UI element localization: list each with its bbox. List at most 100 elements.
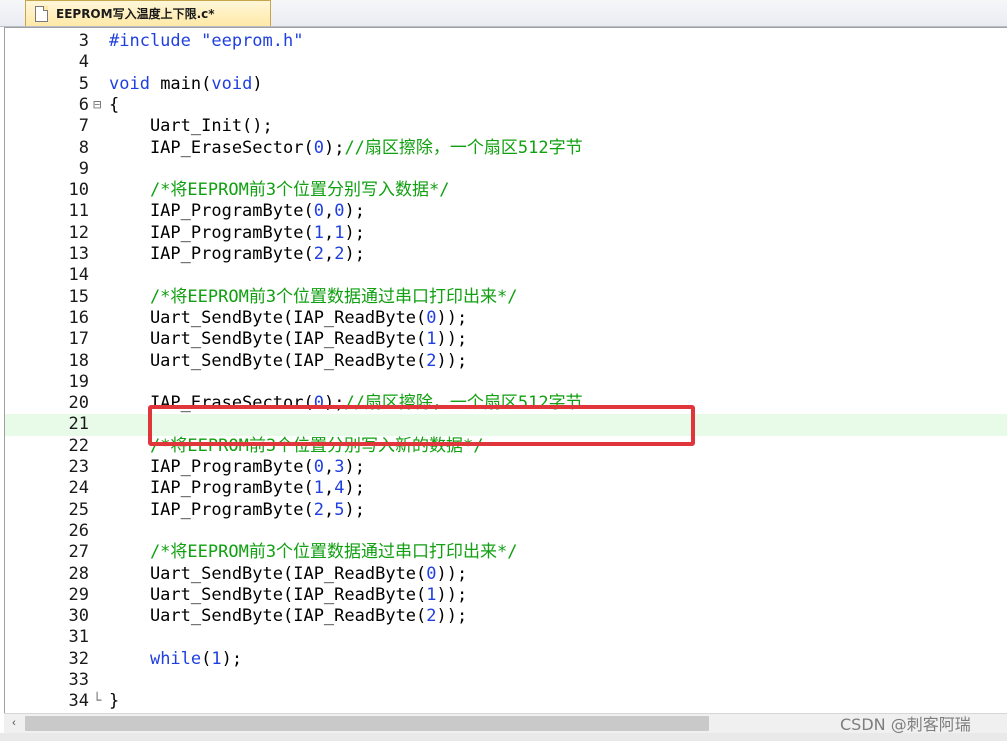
code-token: IAP_ProgramByte(: [109, 222, 314, 243]
code-line[interactable]: 25 IAP_ProgramByte(2,5);: [5, 500, 1007, 521]
code-line[interactable]: 27 /*将EEPROM前3个位置数据通过串口打印出来*/: [5, 542, 1007, 563]
code-token: 2: [426, 350, 437, 371]
code-token: Uart_SendByte(IAP_ReadByte(: [109, 329, 427, 350]
code-line[interactable]: 32 while(1);: [5, 649, 1007, 670]
code-token: 0: [313, 137, 324, 158]
code-token: ,: [323, 457, 335, 477]
code-token: 0: [313, 457, 324, 477]
line-number: 8: [78, 137, 89, 158]
code-token: );: [344, 222, 365, 243]
code-token: 2: [334, 244, 345, 264]
code-text: IAP_ProgramByte(0,3);: [109, 457, 365, 478]
code-token: 4: [334, 478, 345, 499]
code-token: 0: [334, 201, 345, 222]
code-text: IAP_ProgramByte(1,4);: [109, 478, 365, 499]
code-line[interactable]: 15 /*将EEPROM前3个位置数据通过串口打印出来*/: [5, 287, 1007, 308]
code-token: (: [201, 648, 212, 669]
annotation-highlight-box: [148, 405, 695, 446]
fold-end-icon: └: [93, 693, 102, 710]
code-line[interactable]: 13 IAP_ProgramByte(2,2);: [5, 244, 1007, 265]
code-line[interactable]: 9: [5, 159, 1007, 180]
code-text: Uart_SendByte(IAP_ReadByte(1));: [109, 585, 467, 606]
code-text: IAP_EraseSector(0);//扇区擦除，一个扇区512字节: [109, 138, 583, 159]
line-number: 29: [68, 584, 89, 605]
code-line[interactable]: 11 IAP_ProgramByte(0,0);: [5, 201, 1007, 222]
code-line[interactable]: 14: [5, 265, 1007, 286]
code-line[interactable]: 8 IAP_EraseSector(0);//扇区擦除，一个扇区512字节: [5, 138, 1007, 159]
line-number: 24: [68, 478, 89, 499]
code-text: Uart_Init();: [109, 116, 273, 137]
code-text: IAP_ProgramByte(2,5);: [109, 500, 365, 521]
code-text: Uart_SendByte(IAP_ReadByte(2));: [109, 351, 467, 372]
code-token: Uart_SendByte(IAP_ReadByte(: [109, 584, 427, 605]
code-line[interactable]: 26: [5, 521, 1007, 542]
code-line[interactable]: 19: [5, 372, 1007, 393]
code-token: 3: [334, 457, 345, 477]
code-token: 1: [426, 584, 437, 605]
code-line[interactable]: 18 Uart_SendByte(IAP_ReadByte(2));: [5, 351, 1007, 372]
code-text: /*将EEPROM前3个位置数据通过串口打印出来*/: [109, 287, 518, 308]
code-editor[interactable]: 3 #include "eeprom.h" 4 5 void main(void) 6 ⊟{…: [4, 27, 1007, 713]
code-token: ));: [436, 584, 468, 605]
code-line[interactable]: 4: [5, 52, 1007, 73]
code-line[interactable]: 17 Uart_SendByte(IAP_ReadByte(1));: [5, 329, 1007, 350]
scroll-left-arrow-icon[interactable]: ‹: [4, 714, 24, 733]
fold-collapse-icon[interactable]: ⊟: [93, 95, 101, 116]
scrollbar-thumb[interactable]: [25, 716, 709, 731]
tab-eeprom-file[interactable]: EEPROM写入温度上下限.c*: [25, 0, 271, 26]
line-number: 16: [68, 307, 89, 328]
code-line[interactable]: 5 void main(void): [5, 74, 1007, 95]
line-number: 30: [68, 606, 89, 627]
code-line[interactable]: 3 #include "eeprom.h": [5, 31, 1007, 52]
code-line[interactable]: 31: [5, 627, 1007, 648]
code-text: {: [109, 95, 119, 116]
code-token: "eeprom.h": [201, 31, 304, 51]
code-text: /*将EEPROM前3个位置数据通过串口打印出来*/: [109, 542, 518, 563]
code-line[interactable]: 34 └}: [5, 691, 1007, 712]
code-token: main(: [149, 73, 212, 94]
code-text: #include "eeprom.h": [109, 31, 303, 52]
code-text: /*将EEPROM前3个位置分别写入数据*/: [109, 180, 450, 201]
tab-label: EEPROM写入温度上下限.c*: [56, 7, 215, 21]
code-line[interactable]: 6 ⊟ {: [5, 95, 1007, 116]
code-line[interactable]: 24 IAP_ProgramByte(1,4);: [5, 478, 1007, 499]
code-line[interactable]: 16 Uart_SendByte(IAP_ReadByte(0));: [5, 308, 1007, 329]
line-number: 13: [68, 244, 89, 264]
line-number: 21: [68, 414, 89, 435]
code-token: Uart_SendByte(IAP_ReadByte(: [109, 606, 427, 627]
code-line[interactable]: 23 IAP_ProgramByte(0,3);: [5, 457, 1007, 478]
code-line[interactable]: 33: [5, 670, 1007, 691]
code-token: ,: [323, 478, 335, 499]
line-number: 9: [78, 158, 89, 179]
code-text: Uart_SendByte(IAP_ReadByte(2));: [109, 606, 467, 627]
code-token: ,: [323, 499, 335, 520]
line-number: 10: [68, 180, 89, 201]
line-number: 17: [68, 329, 89, 350]
code-token: 2: [426, 606, 437, 627]
code-line[interactable]: 12 IAP_ProgramByte(1,1);: [5, 223, 1007, 244]
code-token: 1: [313, 478, 324, 499]
code-line[interactable]: 7 Uart_Init();: [5, 116, 1007, 137]
line-number: 5: [78, 73, 89, 94]
code-token: );: [344, 457, 365, 477]
line-number: 34: [68, 691, 89, 712]
code-line[interactable]: 29 Uart_SendByte(IAP_ReadByte(1));: [5, 585, 1007, 606]
tab-strip: EEPROM写入温度上下限.c*: [0, 0, 1007, 27]
code-text: }: [109, 691, 119, 712]
code-token: IAP_ProgramByte(: [109, 499, 314, 520]
file-icon: [35, 5, 48, 22]
line-number: 32: [68, 648, 89, 669]
code-line[interactable]: 28 Uart_SendByte(IAP_ReadByte(0));: [5, 564, 1007, 585]
line-number: 20: [68, 393, 89, 414]
code-token: 2: [313, 499, 324, 520]
code-line[interactable]: 30 Uart_SendByte(IAP_ReadByte(2));: [5, 606, 1007, 627]
code-token: Uart_SendByte(IAP_ReadByte(: [109, 307, 427, 328]
code-token: );: [344, 244, 365, 264]
code-line[interactable]: 10 /*将EEPROM前3个位置分别写入数据*/: [5, 180, 1007, 201]
code-token: /*将EEPROM前3个位置数据通过串口打印出来*/: [109, 542, 518, 563]
code-token: ));: [436, 329, 468, 350]
code-token: /*将EEPROM前3个位置分别写入数据*/: [109, 180, 450, 201]
code-token: 0: [313, 201, 324, 222]
line-number: 19: [68, 371, 89, 392]
